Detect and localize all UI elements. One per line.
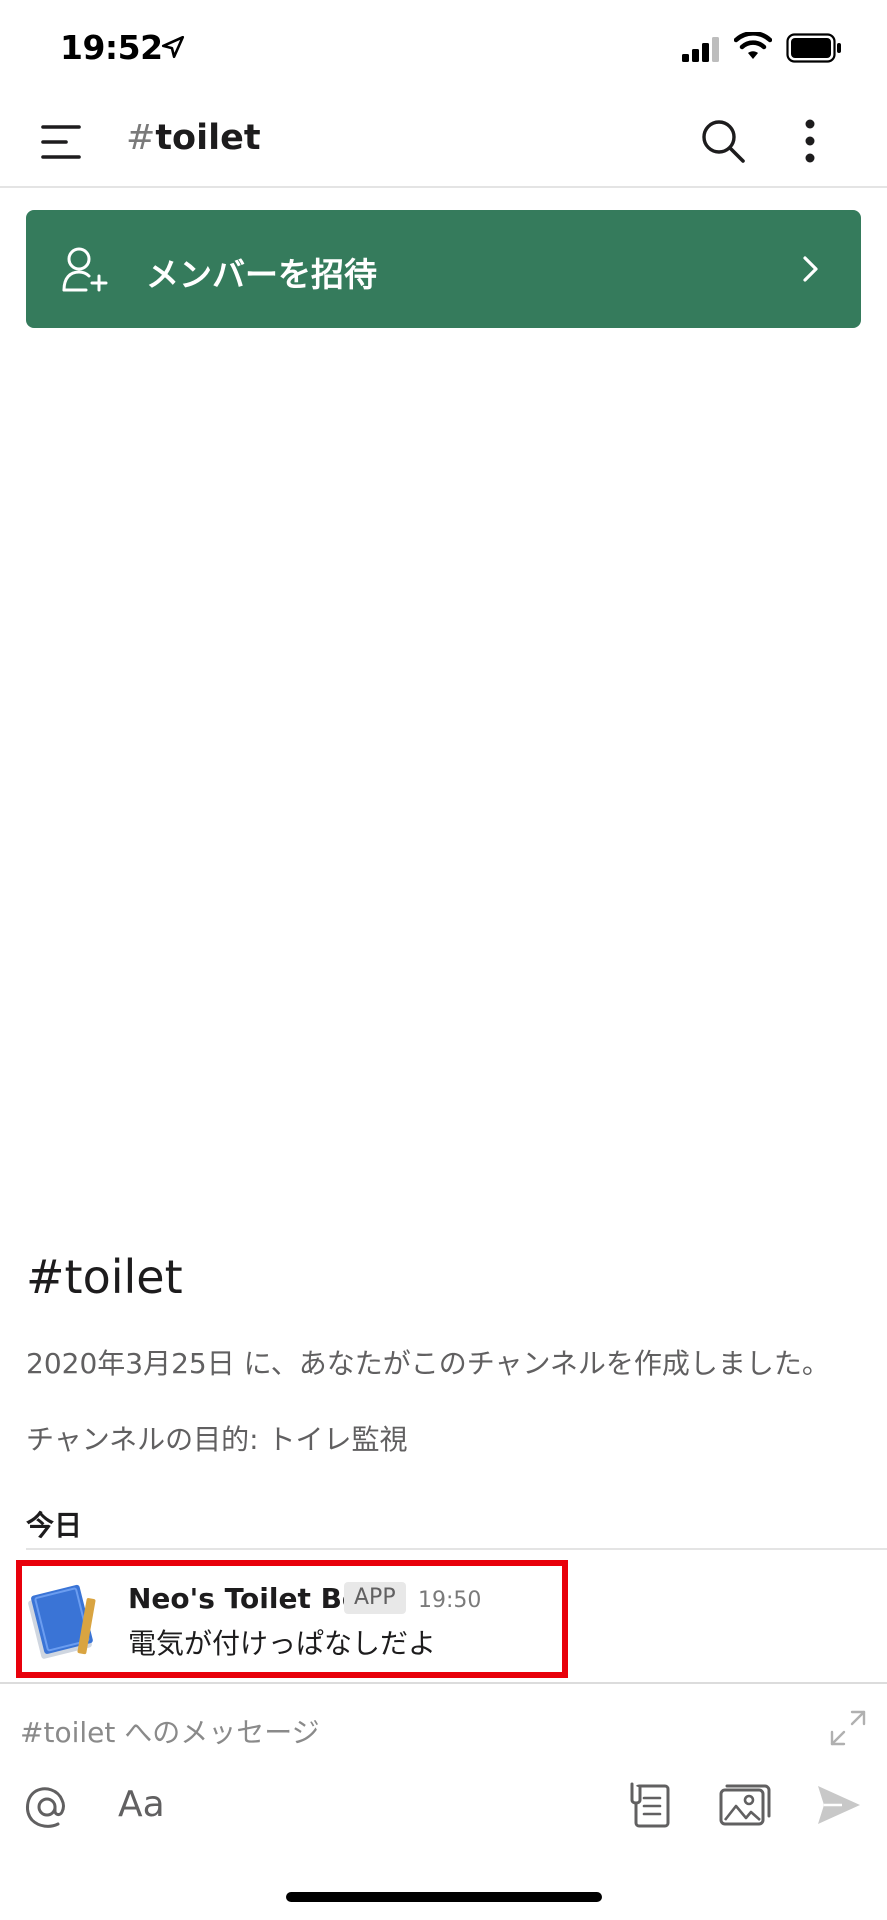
channel-purpose-text: チャンネルの目的: トイレ監視 xyxy=(26,1423,408,1456)
expand-icon[interactable] xyxy=(828,1708,868,1748)
home-indicator xyxy=(286,1892,602,1902)
location-arrow-icon xyxy=(161,35,185,59)
channel-created-text: 2020年3月25日 に、あなたがこのチャンネルを作成しました。 xyxy=(26,1347,830,1380)
photo-icon[interactable] xyxy=(718,1782,772,1828)
channel-title[interactable]: #toilet xyxy=(126,118,261,158)
notebook-icon[interactable] xyxy=(26,1584,102,1660)
message-sender[interactable]: Neo's Toilet Bot xyxy=(128,1582,375,1615)
invite-members-button[interactable]: メンバーを招待 xyxy=(26,210,861,328)
send-icon[interactable] xyxy=(816,1784,862,1826)
day-divider: 今日 xyxy=(26,1509,83,1542)
message-text: 電気が付けっぱなしだよ xyxy=(128,1627,437,1660)
channel-name: toilet xyxy=(155,118,261,158)
chevron-right-icon xyxy=(803,256,818,282)
slack-channel-screen: 19:52 #toilet メンバーを招待 #toilet 2020年3月25日… xyxy=(0,0,887,1920)
status-time: 19:52 xyxy=(60,28,163,67)
channel-intro-title: #toilet xyxy=(26,1250,183,1304)
status-bar: 19:52 xyxy=(0,0,887,96)
channel-header: #toilet xyxy=(0,96,887,188)
message-composer: Aa xyxy=(0,1682,887,1920)
search-icon[interactable] xyxy=(700,118,746,164)
channel-hash: # xyxy=(126,118,156,158)
menu-icon[interactable] xyxy=(40,123,82,161)
file-icon[interactable] xyxy=(628,1780,672,1830)
at-icon[interactable] xyxy=(22,1782,72,1832)
message-time: 19:50 xyxy=(418,1588,482,1613)
wifi-icon xyxy=(734,32,772,59)
divider-line xyxy=(26,1548,887,1550)
app-badge: APP xyxy=(344,1582,406,1614)
battery-icon xyxy=(786,33,841,63)
message-input[interactable] xyxy=(20,1708,800,1756)
more-vertical-icon[interactable] xyxy=(794,118,826,164)
signal-icon xyxy=(682,37,719,62)
invite-members-label: メンバーを招待 xyxy=(146,255,377,294)
format-text-button[interactable]: Aa xyxy=(118,1784,165,1825)
add-user-icon xyxy=(62,247,108,292)
